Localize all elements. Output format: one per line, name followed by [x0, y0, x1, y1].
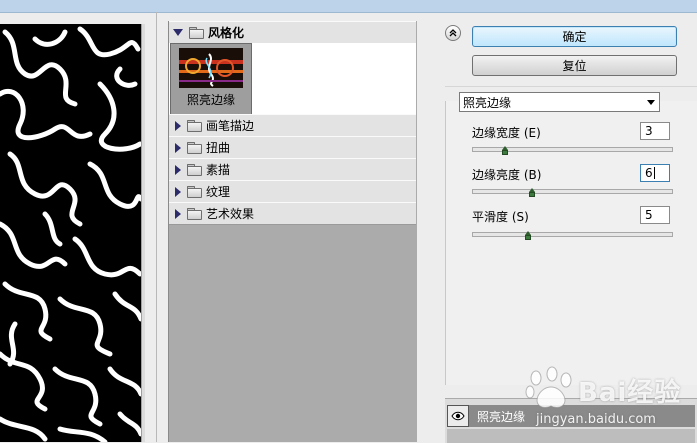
- filter-thumbnail-glowing-edges[interactable]: 照亮边缘: [170, 43, 252, 115]
- preview-scroll-edge: [141, 24, 145, 442]
- category-sketch[interactable]: 素描: [169, 158, 416, 181]
- double-chevron-up-icon: [449, 29, 457, 37]
- reset-button[interactable]: 复位: [472, 55, 677, 76]
- effect-layer-row-empty: [447, 429, 695, 443]
- eye-icon: [451, 411, 465, 421]
- dropdown-arrow-icon: [647, 100, 655, 105]
- category-label: 艺术效果: [206, 207, 255, 221]
- edge-width-label: 边缘宽度 (E): [472, 126, 541, 140]
- category-label: 纹理: [206, 185, 231, 199]
- filter-gallery: 风格化 照亮边缘 画笔描边 扭曲 素描 纹理 艺术效果: [168, 21, 417, 442]
- glowing-edges-preview-image: [0, 26, 141, 442]
- divider: [156, 12, 157, 442]
- visibility-toggle[interactable]: [447, 405, 469, 427]
- edge-brightness-input[interactable]: 6: [640, 164, 670, 182]
- edge-brightness-slider[interactable]: [472, 189, 673, 194]
- folder-icon: [189, 27, 204, 39]
- smoothness-slider[interactable]: [472, 232, 673, 237]
- filter-select-value: 照亮边缘: [463, 95, 512, 110]
- category-label: 风格化: [208, 26, 245, 40]
- category-label: 画笔描边: [206, 119, 255, 133]
- collapse-triangle-icon: [175, 186, 181, 197]
- collapse-triangle-icon: [175, 120, 181, 131]
- settings-inner: [445, 101, 697, 385]
- ok-button[interactable]: 确定: [472, 26, 677, 47]
- folder-icon: [187, 164, 202, 176]
- effect-layer-label: 照亮边缘: [477, 409, 526, 424]
- category-stylize[interactable]: 风格化: [169, 21, 416, 44]
- collapse-triangle-icon: [175, 142, 181, 153]
- smoothness-input[interactable]: 5: [640, 206, 670, 224]
- collapse-triangle-icon: [175, 208, 181, 219]
- expand-triangle-icon: [173, 29, 183, 36]
- category-texture[interactable]: 纹理: [169, 180, 416, 203]
- category-brush-strokes[interactable]: 画笔描边: [169, 114, 416, 137]
- effect-layer-row[interactable]: 照亮边缘: [447, 405, 695, 427]
- smoothness-label: 平滑度 (S): [472, 210, 529, 224]
- title-strip: [0, 0, 697, 13]
- category-label: 扭曲: [206, 141, 231, 155]
- collapse-gallery-button[interactable]: [445, 25, 461, 41]
- thumbnail-area: 照亮边缘: [169, 43, 416, 115]
- category-distort[interactable]: 扭曲: [169, 136, 416, 159]
- folder-icon: [187, 186, 202, 198]
- collapse-triangle-icon: [175, 164, 181, 175]
- folder-icon: [187, 120, 202, 132]
- effect-layers-panel: 照亮边缘: [445, 398, 697, 443]
- thumbnail-label: 照亮边缘: [186, 93, 235, 107]
- folder-icon: [187, 208, 202, 220]
- preview-canvas[interactable]: [0, 24, 141, 442]
- folder-icon: [187, 142, 202, 154]
- text-caret: [653, 167, 655, 179]
- filter-select[interactable]: 照亮边缘: [459, 92, 660, 112]
- category-label: 素描: [206, 163, 231, 177]
- edge-brightness-label: 边缘亮度 (B): [472, 168, 542, 182]
- thumbnail-image: [179, 48, 243, 88]
- category-artistic[interactable]: 艺术效果: [169, 202, 416, 225]
- edge-width-input[interactable]: 3: [640, 122, 670, 140]
